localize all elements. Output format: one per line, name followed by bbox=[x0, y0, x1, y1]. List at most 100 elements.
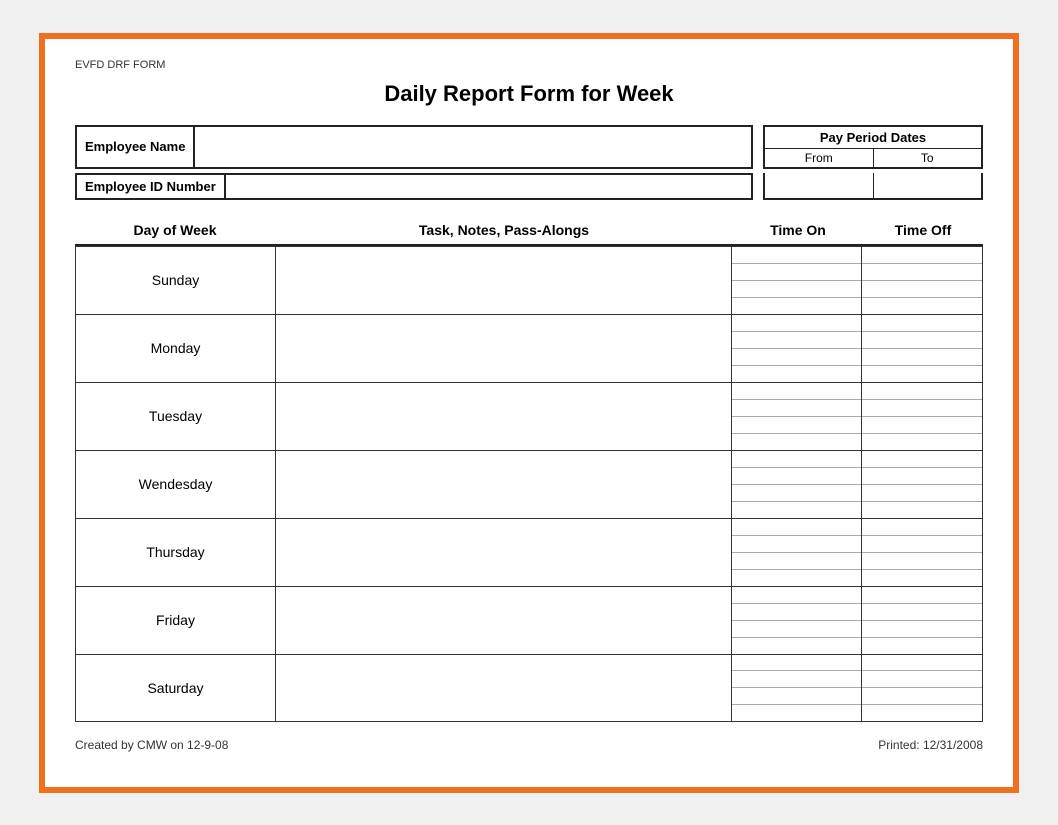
timeon-line[interactable] bbox=[732, 587, 861, 604]
timeoff-line[interactable] bbox=[862, 587, 982, 604]
timeon-header: Time On bbox=[733, 222, 863, 238]
timeoff-line[interactable] bbox=[862, 705, 982, 721]
timeon-line[interactable] bbox=[732, 468, 861, 485]
timeoff-line[interactable] bbox=[862, 536, 982, 553]
timeon-line[interactable] bbox=[732, 570, 861, 586]
task-cell[interactable] bbox=[276, 315, 732, 382]
timeon-line[interactable] bbox=[732, 451, 861, 468]
from-label: From bbox=[765, 149, 874, 167]
timeon-line[interactable] bbox=[732, 264, 861, 281]
timeoff-cell bbox=[862, 383, 982, 450]
timeon-cell bbox=[732, 587, 862, 654]
from-input[interactable] bbox=[763, 173, 874, 200]
timeon-cell bbox=[732, 655, 862, 721]
timeoff-line[interactable] bbox=[862, 502, 982, 518]
day-header: Day of Week bbox=[75, 222, 275, 238]
timeon-line[interactable] bbox=[732, 536, 861, 553]
pay-period-cols: From To bbox=[765, 149, 981, 167]
timeoff-line[interactable] bbox=[862, 671, 982, 688]
timeoff-line[interactable] bbox=[862, 553, 982, 570]
timeoff-line[interactable] bbox=[862, 247, 982, 264]
timeoff-line[interactable] bbox=[862, 688, 982, 705]
to-input[interactable] bbox=[874, 173, 984, 200]
employee-id-row: Employee ID Number bbox=[75, 173, 983, 200]
timeon-line[interactable] bbox=[732, 332, 861, 349]
timeon-line[interactable] bbox=[732, 247, 861, 264]
timeoff-line[interactable] bbox=[862, 366, 982, 382]
timeoff-cell bbox=[862, 451, 982, 518]
timeon-line[interactable] bbox=[732, 638, 861, 654]
timeoff-line[interactable] bbox=[862, 485, 982, 502]
day-row: Tuesday bbox=[75, 382, 983, 450]
timeoff-line[interactable] bbox=[862, 604, 982, 621]
timeoff-line[interactable] bbox=[862, 315, 982, 332]
timeon-line[interactable] bbox=[732, 400, 861, 417]
timeon-line[interactable] bbox=[732, 688, 861, 705]
timeon-line[interactable] bbox=[732, 349, 861, 366]
day-row: Sunday bbox=[75, 246, 983, 314]
timeoff-line[interactable] bbox=[862, 332, 982, 349]
timeon-cell bbox=[732, 315, 862, 382]
timeoff-line[interactable] bbox=[862, 570, 982, 586]
timeon-line[interactable] bbox=[732, 502, 861, 518]
timeon-line[interactable] bbox=[732, 366, 861, 382]
timeoff-line[interactable] bbox=[862, 451, 982, 468]
timeon-line[interactable] bbox=[732, 655, 861, 672]
task-cell[interactable] bbox=[276, 451, 732, 518]
timeoff-line[interactable] bbox=[862, 417, 982, 434]
timeoff-header: Time Off bbox=[863, 222, 983, 238]
timeon-line[interactable] bbox=[732, 298, 861, 314]
day-row: Friday bbox=[75, 586, 983, 654]
timeon-line[interactable] bbox=[732, 671, 861, 688]
timeoff-line[interactable] bbox=[862, 264, 982, 281]
timeon-line[interactable] bbox=[732, 417, 861, 434]
task-cell[interactable] bbox=[276, 587, 732, 654]
timeon-cell bbox=[732, 383, 862, 450]
task-cell[interactable] bbox=[276, 247, 732, 314]
timeoff-line[interactable] bbox=[862, 655, 982, 672]
timeoff-line[interactable] bbox=[862, 621, 982, 638]
timeon-line[interactable] bbox=[732, 485, 861, 502]
day-name: Thursday bbox=[76, 519, 276, 586]
task-cell[interactable] bbox=[276, 519, 732, 586]
timeoff-cell bbox=[862, 247, 982, 314]
timeon-line[interactable] bbox=[732, 281, 861, 298]
column-headers: Day of Week Task, Notes, Pass-Alongs Tim… bbox=[75, 218, 983, 246]
day-name: Saturday bbox=[76, 655, 276, 721]
timeon-cell bbox=[732, 519, 862, 586]
timeoff-line[interactable] bbox=[862, 281, 982, 298]
day-name: Friday bbox=[76, 587, 276, 654]
timeon-line[interactable] bbox=[732, 434, 861, 450]
timeon-line[interactable] bbox=[732, 553, 861, 570]
timeon-line[interactable] bbox=[732, 383, 861, 400]
timeon-line[interactable] bbox=[732, 519, 861, 536]
timeoff-line[interactable] bbox=[862, 349, 982, 366]
timeoff-line[interactable] bbox=[862, 468, 982, 485]
page-title: Daily Report Form for Week bbox=[75, 81, 983, 107]
timeoff-line[interactable] bbox=[862, 434, 982, 450]
timeoff-line[interactable] bbox=[862, 400, 982, 417]
timeon-line[interactable] bbox=[732, 621, 861, 638]
timeoff-line[interactable] bbox=[862, 519, 982, 536]
employee-id-input[interactable] bbox=[226, 173, 753, 200]
task-cell[interactable] bbox=[276, 655, 732, 721]
day-name: Monday bbox=[76, 315, 276, 382]
employee-id-label: Employee ID Number bbox=[75, 173, 226, 200]
task-cell[interactable] bbox=[276, 383, 732, 450]
printed-date: Printed: 12/31/2008 bbox=[878, 738, 983, 752]
to-label: To bbox=[874, 149, 982, 167]
pay-period-inputs bbox=[763, 173, 983, 200]
pay-period-container: Pay Period Dates From To bbox=[763, 125, 983, 169]
timeoff-cell bbox=[862, 587, 982, 654]
timeon-line[interactable] bbox=[732, 315, 861, 332]
timeon-line[interactable] bbox=[732, 604, 861, 621]
employee-name-input[interactable] bbox=[195, 125, 753, 169]
form-label: EVFD DRF FORM bbox=[75, 59, 983, 71]
timeoff-line[interactable] bbox=[862, 638, 982, 654]
timeoff-line[interactable] bbox=[862, 383, 982, 400]
timeon-line[interactable] bbox=[732, 705, 861, 721]
timeoff-line[interactable] bbox=[862, 298, 982, 314]
employee-name-row: Employee Name Pay Period Dates From To bbox=[75, 125, 983, 169]
created-by: Created by CMW on 12-9-08 bbox=[75, 738, 228, 752]
timeon-cell bbox=[732, 451, 862, 518]
